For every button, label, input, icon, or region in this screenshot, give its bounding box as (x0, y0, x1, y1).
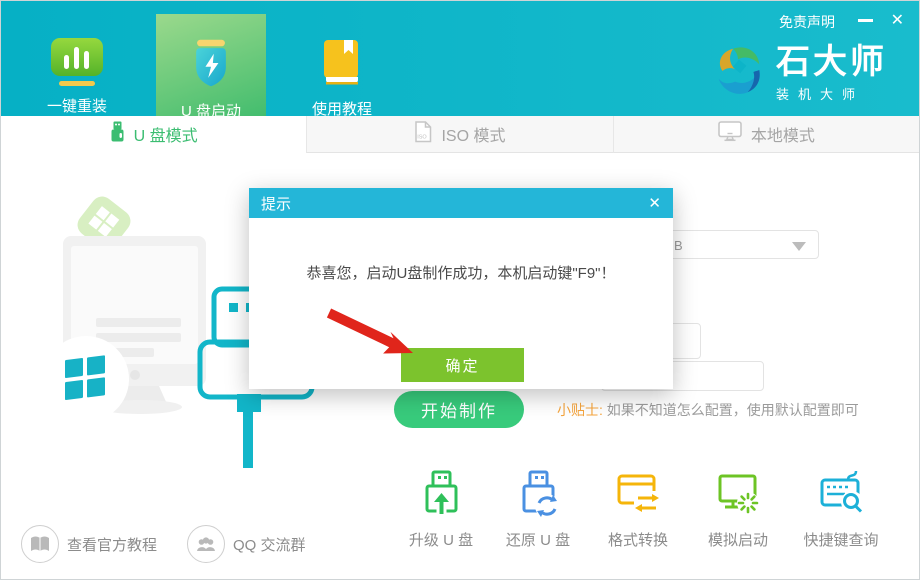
tool-label: 模拟启动 (708, 529, 768, 550)
mode-tabs: U 盘模式 ISO ISO 模式 本地模式 (1, 116, 919, 153)
upgrade-usb-icon (417, 469, 465, 517)
iso-file-icon: ISO (414, 121, 432, 148)
tool-simulate-boot[interactable]: 模拟启动 (678, 469, 798, 550)
tab-local-mode[interactable]: 本地模式 (613, 116, 919, 153)
tip-text: 小贴士: 如果不知道怎么配置，使用默认配置即可 (557, 400, 859, 420)
tab-iso-mode[interactable]: ISO ISO 模式 (306, 116, 612, 153)
format-convert-icon (614, 469, 662, 517)
hotkey-query-icon (817, 469, 865, 517)
tab-usb-mode[interactable]: U 盘模式 (1, 116, 306, 153)
qq-group-button[interactable]: QQ 交流群 (187, 525, 306, 563)
tip-label: 小贴士: (557, 402, 603, 418)
bar-chart-icon (50, 37, 104, 92)
dialog-title: 提示 (261, 193, 291, 214)
nav-item-usb-boot-active[interactable]: U 盘启动 (156, 14, 266, 116)
start-create-button[interactable]: 开始制作 (394, 391, 524, 428)
usb-drive-icon (110, 121, 125, 147)
app-window: 一键重装 U 盘启动 (0, 0, 920, 580)
dialog-message: 恭喜您，启动U盘制作成功，本机启动键"F9"！ (249, 262, 673, 283)
usb-drive-select-value: B (674, 238, 683, 253)
nav-item-tutorial[interactable]: 使用教程 (284, 1, 400, 116)
helper-label: QQ 交流群 (233, 534, 306, 555)
book-icon (317, 37, 367, 92)
brand-text: 石大师 装机大师 (776, 45, 887, 103)
official-tutorial-button[interactable]: 查看官方教程 (21, 525, 157, 563)
monitor-icon (718, 121, 742, 147)
success-dialog: 提示 ✕ 恭喜您，启动U盘制作成功，本机启动键"F9"！ 确定 (249, 188, 673, 389)
dialog-close-icon[interactable]: ✕ (648, 194, 661, 212)
ok-button[interactable]: 确定 (401, 348, 524, 382)
simulate-boot-icon (714, 469, 762, 517)
chevron-down-icon (792, 242, 806, 251)
tab-label: 本地模式 (751, 122, 815, 146)
helper-label: 查看官方教程 (67, 534, 157, 555)
usb-shield-icon (183, 37, 239, 94)
dialog-titlebar: 提示 ✕ (249, 188, 673, 218)
close-button[interactable]: ✕ (891, 10, 904, 30)
svg-text:ISO: ISO (418, 134, 428, 140)
tool-hotkey-query[interactable]: 快捷键查询 (781, 469, 901, 550)
people-group-icon (187, 525, 225, 563)
nav-item-one-key-reinstall[interactable]: 一键重装 (29, 1, 125, 116)
brand-name: 石大师 (776, 45, 887, 79)
minimize-button[interactable] (858, 19, 873, 22)
header: 一键重装 U 盘启动 (1, 1, 919, 116)
brand-logo: 石大师 装机大师 (710, 43, 887, 104)
tool-label: 格式转换 (608, 529, 668, 550)
brand-logo-mark-icon (710, 43, 766, 104)
brand-tagline: 装机大师 (776, 84, 887, 103)
tab-label: U 盘模式 (134, 122, 198, 146)
nav-label: 一键重装 (47, 95, 107, 116)
tool-label: 升级 U 盘 (409, 529, 473, 550)
open-book-icon (21, 525, 59, 563)
tool-label: 还原 U 盘 (506, 529, 570, 550)
tool-label: 快捷键查询 (803, 529, 878, 550)
disclaimer-link[interactable]: 免责声明 (779, 12, 835, 32)
tab-label: ISO 模式 (441, 122, 505, 146)
restore-usb-icon (514, 469, 562, 517)
